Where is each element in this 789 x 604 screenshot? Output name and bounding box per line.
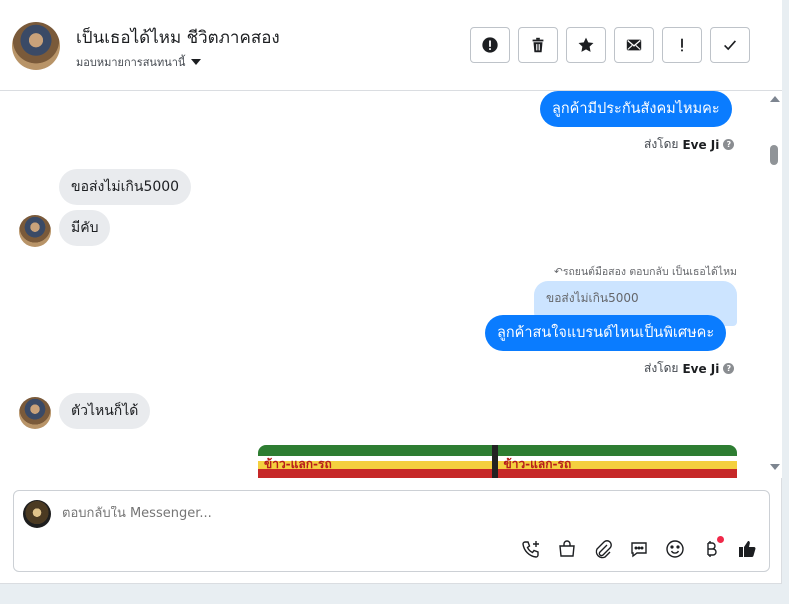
image-attachment[interactable]: ข้าว-แลก-รถ: [258, 445, 498, 478]
emoji-button[interactable]: [664, 538, 686, 560]
reply-arrow-icon: ↶: [554, 266, 563, 278]
help-icon[interactable]: ?: [723, 363, 735, 374]
spam-button[interactable]: [662, 27, 702, 63]
reply-composer: [13, 490, 770, 572]
add-call-button[interactable]: [520, 538, 542, 560]
scroll-thumb[interactable]: [770, 145, 778, 165]
attachment-banner-text: ข้าว-แลก-รถ: [503, 457, 572, 471]
image-attachment[interactable]: ข้าว-แลก-รถ: [497, 445, 737, 478]
thumbs-up-icon: [739, 541, 756, 557]
header-actions: [470, 27, 750, 63]
envelope-icon: [626, 39, 642, 51]
image-attachments[interactable]: ข้าว-แลก-รถ ข้าว-แลก-รถ: [258, 445, 737, 478]
shopping-bag-icon: [559, 540, 575, 557]
contact-avatar[interactable]: [12, 22, 60, 70]
contact-name[interactable]: เป็นเธอได้ไหม ชีวิตภาคสอง: [76, 24, 280, 51]
alert-circle-icon: [482, 37, 498, 53]
contact-avatar-small: [19, 215, 51, 247]
incoming-message[interactable]: มีคับ: [59, 210, 111, 246]
star-icon: [578, 37, 594, 52]
sent-by-prefix: ส่งโดย: [644, 137, 679, 151]
sent-by-prefix: ส่งโดย: [644, 361, 679, 375]
reply-context-note: ↶รถยนต์มือสอง ตอบกลับ เป็นเธอได้ไหม: [554, 263, 737, 280]
outgoing-message[interactable]: ลูกค้าสนใจแบรนด์ไหนเป็นพิเศษคะ: [485, 315, 727, 351]
message-thread[interactable]: ลูกค้ามีประกันสังคมไหมคะ ส่งโดย Eve Ji ?…: [0, 91, 768, 478]
attach-button[interactable]: [592, 538, 614, 560]
sent-by-label: ส่งโดย Eve Ji ?: [644, 359, 735, 378]
assign-conversation-label: มอบหมายการสนทนานี้: [76, 56, 186, 69]
scroll-up-arrow-icon[interactable]: [770, 96, 780, 102]
help-icon[interactable]: ?: [723, 139, 735, 150]
contact-avatar-small: [19, 397, 51, 429]
incoming-message[interactable]: ตัวไหนก็ได้: [59, 393, 151, 429]
saved-replies-button[interactable]: [628, 538, 650, 560]
payment-button[interactable]: [700, 536, 724, 560]
mark-unread-button[interactable]: [614, 27, 654, 63]
reply-context-text: รถยนต์มือสอง ตอบกลับ เป็นเธอได้ไหม: [562, 266, 737, 278]
checkmark-icon: [724, 40, 737, 51]
phone-plus-icon: [522, 541, 539, 558]
reply-input[interactable]: [62, 506, 662, 521]
sent-by-label: ส่งโดย Eve Ji ?: [644, 135, 735, 154]
scroll-down-arrow-icon[interactable]: [770, 464, 780, 470]
incoming-message[interactable]: ขอส่งไม่เกิน5000: [59, 169, 192, 205]
composer-toolbar: [520, 536, 758, 560]
conversation-panel: เป็นเธอได้ไหม ชีวิตภาคสอง มอบหมายการสนทน…: [0, 0, 782, 584]
notification-dot: [717, 536, 724, 543]
caret-down-icon: [191, 59, 202, 65]
speech-bubble-icon: [631, 542, 647, 558]
like-button[interactable]: [736, 538, 758, 560]
smiley-icon: [666, 540, 684, 558]
outgoing-message[interactable]: ลูกค้ามีประกันสังคมไหมคะ: [540, 91, 732, 127]
page-avatar: [23, 500, 51, 528]
thread-scrollbar[interactable]: [768, 91, 782, 478]
sender-name[interactable]: Eve Ji: [682, 362, 719, 376]
attachment-banner-text: ข้าว-แลก-รถ: [264, 457, 332, 471]
shop-button[interactable]: [556, 538, 578, 560]
done-button[interactable]: [710, 27, 750, 63]
delete-button[interactable]: [518, 27, 558, 63]
assign-conversation-dropdown[interactable]: มอบหมายการสนทนานี้: [76, 53, 202, 71]
sender-name[interactable]: Eve Ji: [682, 138, 719, 152]
conversation-header: เป็นเธอได้ไหม ชีวิตภาคสอง มอบหมายการสนทน…: [0, 0, 782, 91]
report-button[interactable]: [470, 27, 510, 63]
paperclip-icon: [595, 540, 612, 559]
exclamation-icon: [681, 38, 683, 52]
star-button[interactable]: [566, 27, 606, 63]
trash-icon: [532, 37, 544, 53]
